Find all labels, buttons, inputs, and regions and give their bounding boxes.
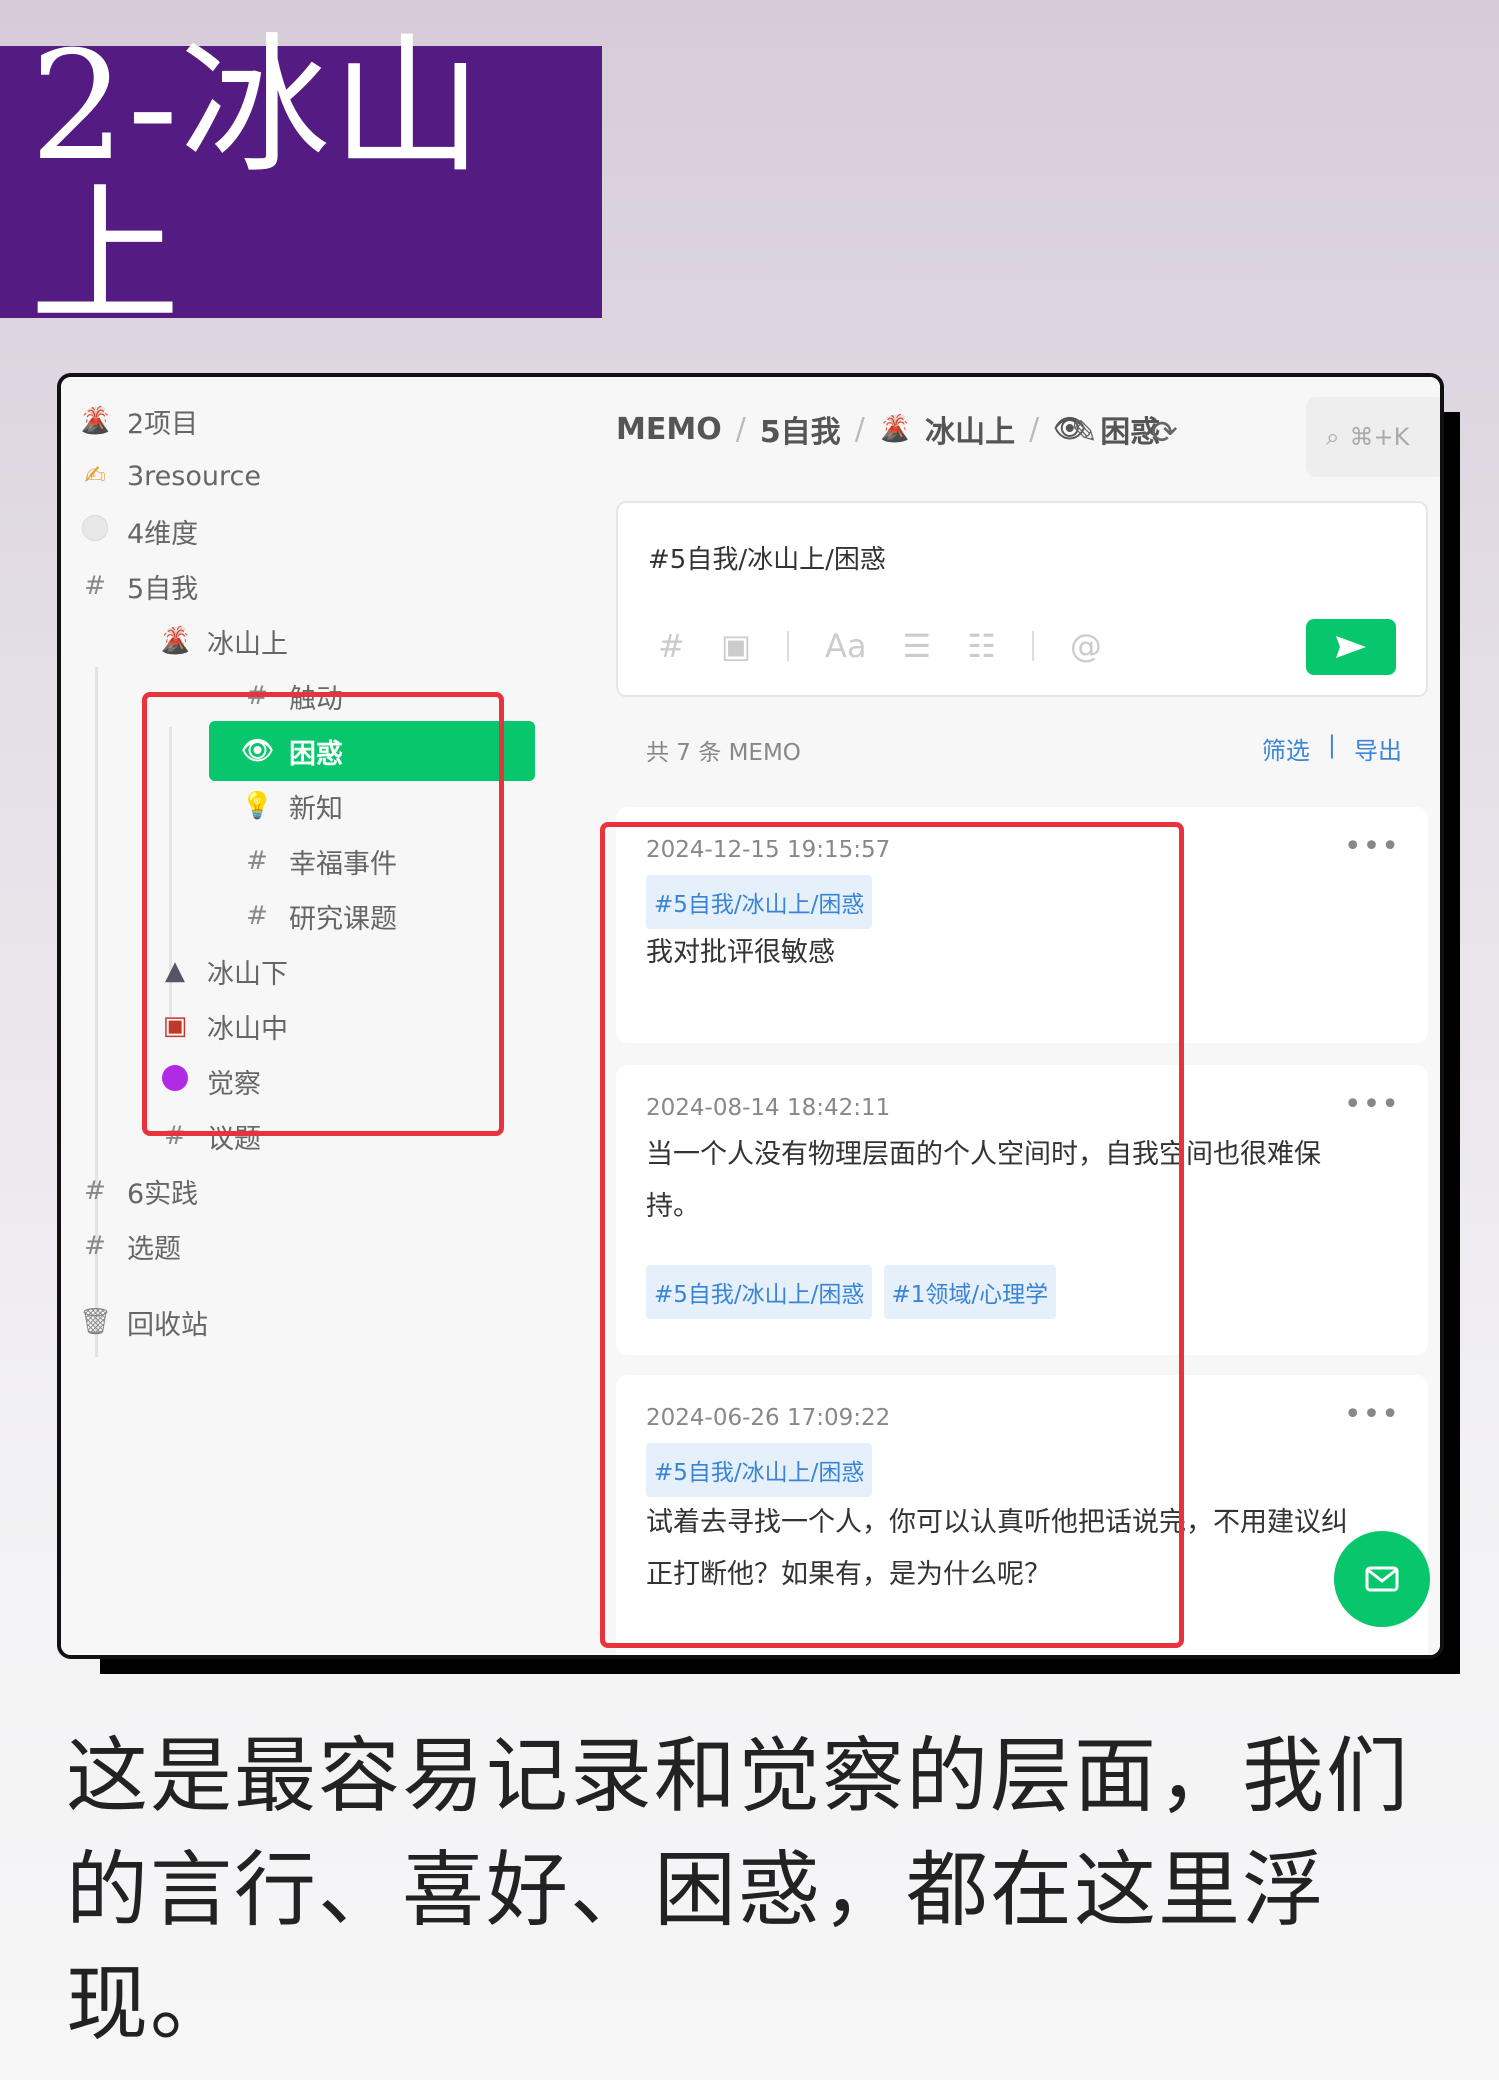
crumb-separator: / [735, 411, 746, 447]
sidebar-item-label: 2项目 [127, 408, 199, 440]
filter-link[interactable]: 筛选 [1262, 731, 1310, 766]
bullet-list-icon[interactable]: ☰ [903, 627, 932, 665]
hash-icon: # [84, 571, 106, 601]
sidebar-item-selected-topics[interactable]: # 选题 [79, 1216, 181, 1276]
highlight-box-sidebar [142, 692, 504, 1136]
hash-tag-icon[interactable]: # [658, 627, 685, 665]
send-icon [1336, 636, 1366, 658]
white-circle-icon [79, 514, 111, 548]
export-link[interactable]: 导出 [1354, 731, 1402, 766]
sidebar-item-projects[interactable]: 🌋 2项目 [79, 391, 198, 451]
banner-title: 2-冰山上 [30, 20, 485, 344]
crumb-memo[interactable]: MEMO [616, 412, 722, 447]
trash-icon: 🗑 [79, 1307, 113, 1337]
sidebar-item-dimension[interactable]: 4维度 [79, 501, 198, 561]
mail-icon [1365, 1566, 1399, 1592]
editor-toolbar: # ▣ Aa ☰ ☷ @ [658, 627, 1102, 665]
text-format-icon[interactable]: Aa [825, 627, 867, 665]
more-options-icon[interactable]: ••• [1344, 1087, 1400, 1122]
sidebar-item-trash[interactable]: 🗑 回收站 [79, 1299, 208, 1345]
sidebar-item-label: 5自我 [127, 573, 199, 605]
edit-pencil-icon[interactable]: ✎ [1071, 413, 1098, 451]
sidebar-item-label: 回收站 [127, 1309, 208, 1341]
crumb-separator: / [1029, 411, 1040, 447]
numbered-list-icon[interactable]: ☷ [967, 627, 996, 665]
search-icon: ⌕ [1326, 423, 1340, 451]
volcano-icon: 🌋 [878, 414, 912, 444]
more-options-icon[interactable]: ••• [1344, 829, 1400, 864]
crumb-above-iceberg[interactable]: 冰山上 [925, 407, 1015, 451]
toolbar-divider [1031, 631, 1034, 661]
sidebar-item-resource[interactable]: ✍ 3resource [79, 446, 261, 506]
refresh-icon[interactable]: ⟳ [1151, 413, 1178, 451]
more-options-icon[interactable]: ••• [1344, 1397, 1400, 1432]
search-box[interactable]: ⌕ ⌘+K [1306, 397, 1440, 477]
action-separator: | [1327, 731, 1336, 759]
editor-input[interactable]: #5自我/冰山上/困惑 [648, 539, 886, 576]
caption-text: 这是最容易记录和觉察的层面，我们的言行、喜好、困惑，都在这里浮现。 [66, 1729, 1411, 2052]
sidebar-item-label: 6实践 [127, 1178, 199, 1210]
sidebar-item-self[interactable]: # 5自我 [79, 556, 198, 616]
sidebar-item-above-iceberg[interactable]: 🌋 冰山上 [159, 611, 288, 671]
volcano-icon: 🌋 [79, 406, 112, 436]
sidebar-item-practice[interactable]: # 6实践 [79, 1161, 198, 1221]
sidebar-item-label: 3resource [127, 460, 261, 492]
compose-fab[interactable] [1334, 1531, 1430, 1627]
highlight-box-memos [600, 822, 1184, 1648]
toolbar-divider [787, 631, 790, 661]
send-button[interactable] [1306, 619, 1396, 675]
crumb-separator: / [854, 411, 865, 447]
sidebar-item-label: 选题 [127, 1233, 181, 1265]
sidebar-item-label: 冰山上 [207, 628, 288, 660]
crumb-self[interactable]: 5自我 [760, 407, 841, 451]
hash-icon: # [84, 1231, 106, 1261]
image-icon[interactable]: ▣ [721, 627, 751, 665]
hash-icon: # [84, 1176, 106, 1206]
list-actions: 筛选 | 导出 [1262, 731, 1402, 766]
mention-icon[interactable]: @ [1070, 627, 1102, 665]
volcano-icon: 🌋 [159, 626, 192, 656]
sidebar-item-label: 4维度 [127, 518, 199, 550]
title-banner: 2-冰山上 [0, 32, 602, 332]
memo-editor[interactable]: #5自我/冰山上/困惑 # ▣ Aa ☰ ☷ @ [616, 501, 1428, 697]
writing-hand-icon: ✍ [84, 461, 106, 491]
search-shortcut: ⌘+K [1349, 423, 1410, 451]
memo-count: 共 7 条 MEMO [646, 740, 801, 766]
